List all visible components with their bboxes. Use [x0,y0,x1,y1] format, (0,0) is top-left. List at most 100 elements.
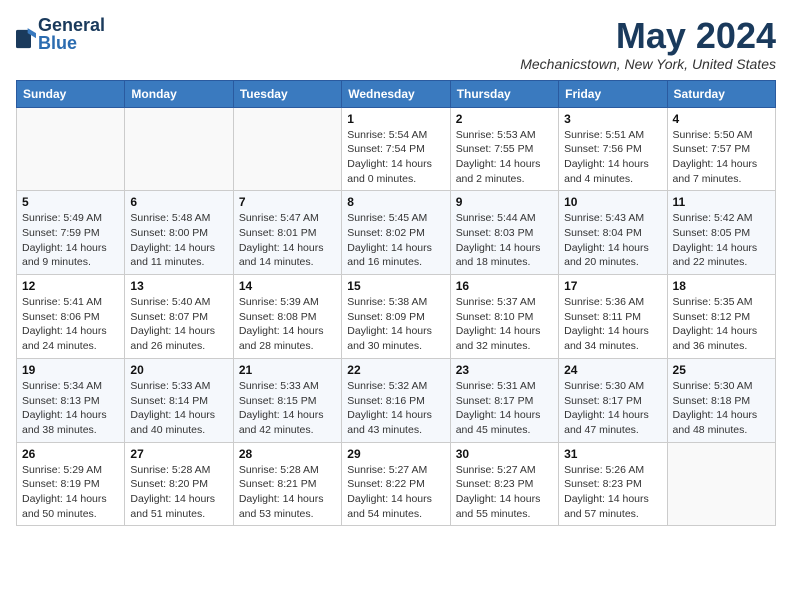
calendar-cell: 16Sunrise: 5:37 AMSunset: 8:10 PMDayligh… [450,275,558,359]
day-info: Sunrise: 5:31 AMSunset: 8:17 PMDaylight:… [456,379,553,438]
calendar-cell: 25 Sunrise: 5:30 AMSunset: 8:18 PMDayligh… [667,358,775,442]
day-info: Sunrise: 5:40 AMSunset: 8:07 PMDaylight:… [130,295,227,354]
calendar-cell: 29Sunrise: 5:27 AMSunset: 8:22 PMDayligh… [342,442,450,526]
day-number: 17 [564,279,661,293]
day-info: Sunrise: 5:54 AMSunset: 7:54 PMDaylight:… [347,128,444,187]
day-number: 27 [130,447,227,461]
calendar-cell: 3Sunrise: 5:51 AMSunset: 7:56 PMDaylight… [559,107,667,191]
calendar-cell [233,107,341,191]
logo-blue-text: Blue [38,33,77,53]
day-info: Sunrise: 5:38 AMSunset: 8:09 PMDaylight:… [347,295,444,354]
calendar-cell: 21 Sunrise: 5:33 AMSunset: 8:15 PMDayligh… [233,358,341,442]
day-info: Sunrise: 5:27 AMSunset: 8:23 PMDaylight:… [456,463,553,522]
calendar-cell: 22 Sunrise: 5:32 AMSunset: 8:16 PMDayligh… [342,358,450,442]
day-info: Sunrise: 5:30 AMSunset: 8:17 PMDaylight:… [564,379,661,438]
day-number: 8 [347,195,444,209]
calendar-week-row: 19 Sunrise: 5:34 AMSunset: 8:13 PMDayligh… [17,358,776,442]
day-number: 18 [673,279,770,293]
calendar-cell: 11 Sunrise: 5:42 AMSunset: 8:05 PMDayligh… [667,191,775,275]
day-number: 16 [456,279,553,293]
day-number: 20 [130,363,227,377]
calendar-cell: 31 Sunrise: 5:26 AMSunset: 8:23 PMDayligh… [559,442,667,526]
day-info: Sunrise: 5:42 AMSunset: 8:05 PMDaylight:… [673,211,770,270]
day-info: Sunrise: 5:39 AMSunset: 8:08 PMDaylight:… [239,295,336,354]
calendar-cell: 26 Sunrise: 5:29 AMSunset: 8:19 PMDayligh… [17,442,125,526]
day-number: 12 [22,279,119,293]
day-number: 29 [347,447,444,461]
page-header: General Blue May 2024 Mechanicstown, New… [16,16,776,72]
day-number: 14 [239,279,336,293]
calendar-cell [667,442,775,526]
day-info: Sunrise: 5:34 AMSunset: 8:13 PMDaylight:… [22,379,119,438]
calendar-cell: 18 Sunrise: 5:35 AMSunset: 8:12 PMDayligh… [667,275,775,359]
day-number: 26 [22,447,119,461]
calendar-cell: 19 Sunrise: 5:34 AMSunset: 8:13 PMDayligh… [17,358,125,442]
day-number: 4 [673,112,770,126]
day-number: 5 [22,195,119,209]
calendar-cell: 7 Sunrise: 5:47 AMSunset: 8:01 PMDaylight… [233,191,341,275]
day-info: Sunrise: 5:49 AMSunset: 7:59 PMDaylight:… [22,211,119,270]
day-number: 19 [22,363,119,377]
day-number: 31 [564,447,661,461]
day-info: Sunrise: 5:36 AMSunset: 8:11 PMDaylight:… [564,295,661,354]
day-info: Sunrise: 5:41 AMSunset: 8:06 PMDaylight:… [22,295,119,354]
day-number: 11 [673,195,770,209]
day-number: 24 [564,363,661,377]
calendar-cell: 17 Sunrise: 5:36 AMSunset: 8:11 PMDayligh… [559,275,667,359]
day-number: 25 [673,363,770,377]
day-info: Sunrise: 5:29 AMSunset: 8:19 PMDaylight:… [22,463,119,522]
calendar-cell: 5 Sunrise: 5:49 AMSunset: 7:59 PMDaylight… [17,191,125,275]
day-number: 21 [239,363,336,377]
logo-icon [16,28,36,50]
day-info: Sunrise: 5:43 AMSunset: 8:04 PMDaylight:… [564,211,661,270]
calendar-header-row: SundayMondayTuesdayWednesdayThursdayFrid… [17,80,776,107]
calendar-cell: 10 Sunrise: 5:43 AMSunset: 8:04 PMDayligh… [559,191,667,275]
col-header-wednesday: Wednesday [342,80,450,107]
col-header-thursday: Thursday [450,80,558,107]
day-number: 15 [347,279,444,293]
day-number: 2 [456,112,553,126]
day-info: Sunrise: 5:33 AMSunset: 8:15 PMDaylight:… [239,379,336,438]
calendar-week-row: 5 Sunrise: 5:49 AMSunset: 7:59 PMDaylight… [17,191,776,275]
day-info: Sunrise: 5:50 AMSunset: 7:57 PMDaylight:… [673,128,770,187]
calendar-cell: 15 Sunrise: 5:38 AMSunset: 8:09 PMDayligh… [342,275,450,359]
day-info: Sunrise: 5:33 AMSunset: 8:14 PMDaylight:… [130,379,227,438]
day-number: 7 [239,195,336,209]
day-info: Sunrise: 5:44 AMSunset: 8:03 PMDaylight:… [456,211,553,270]
day-number: 1 [347,112,444,126]
col-header-tuesday: Tuesday [233,80,341,107]
calendar-cell: 14 Sunrise: 5:39 AMSunset: 8:08 PMDayligh… [233,275,341,359]
day-info: Sunrise: 5:32 AMSunset: 8:16 PMDaylight:… [347,379,444,438]
day-number: 10 [564,195,661,209]
calendar-cell: 12 Sunrise: 5:41 AMSunset: 8:06 PMDayligh… [17,275,125,359]
col-header-sunday: Sunday [17,80,125,107]
calendar-cell: 24 Sunrise: 5:30 AMSunset: 8:17 PMDayligh… [559,358,667,442]
col-header-saturday: Saturday [667,80,775,107]
day-info: Sunrise: 5:53 AMSunset: 7:55 PMDaylight:… [456,128,553,187]
location-text: Mechanicstown, New York, United States [520,56,776,72]
day-number: 22 [347,363,444,377]
day-info: Sunrise: 5:30 AMSunset: 8:18 PMDaylight:… [673,379,770,438]
month-title: May 2024 [520,16,776,56]
day-info: Sunrise: 5:47 AMSunset: 8:01 PMDaylight:… [239,211,336,270]
day-info: Sunrise: 5:48 AMSunset: 8:00 PMDaylight:… [130,211,227,270]
title-block: May 2024 Mechanicstown, New York, United… [520,16,776,72]
calendar-cell: 2 Sunrise: 5:53 AMSunset: 7:55 PMDaylight… [450,107,558,191]
calendar-cell [17,107,125,191]
calendar-week-row: 26 Sunrise: 5:29 AMSunset: 8:19 PMDayligh… [17,442,776,526]
calendar-cell: 1 Sunrise: 5:54 AMSunset: 7:54 PMDaylight… [342,107,450,191]
calendar-cell: 23Sunrise: 5:31 AMSunset: 8:17 PMDayligh… [450,358,558,442]
calendar-cell: 8Sunrise: 5:45 AMSunset: 8:02 PMDaylight… [342,191,450,275]
day-info: Sunrise: 5:26 AMSunset: 8:23 PMDaylight:… [564,463,661,522]
calendar-cell [125,107,233,191]
calendar-cell: 9Sunrise: 5:44 AMSunset: 8:03 PMDaylight… [450,191,558,275]
logo: General Blue [16,16,105,52]
day-info: Sunrise: 5:35 AMSunset: 8:12 PMDaylight:… [673,295,770,354]
col-header-friday: Friday [559,80,667,107]
day-number: 28 [239,447,336,461]
day-number: 30 [456,447,553,461]
day-number: 3 [564,112,661,126]
calendar-cell: 30 Sunrise: 5:27 AMSunset: 8:23 PMDayligh… [450,442,558,526]
day-number: 6 [130,195,227,209]
calendar-week-row: 1 Sunrise: 5:54 AMSunset: 7:54 PMDaylight… [17,107,776,191]
